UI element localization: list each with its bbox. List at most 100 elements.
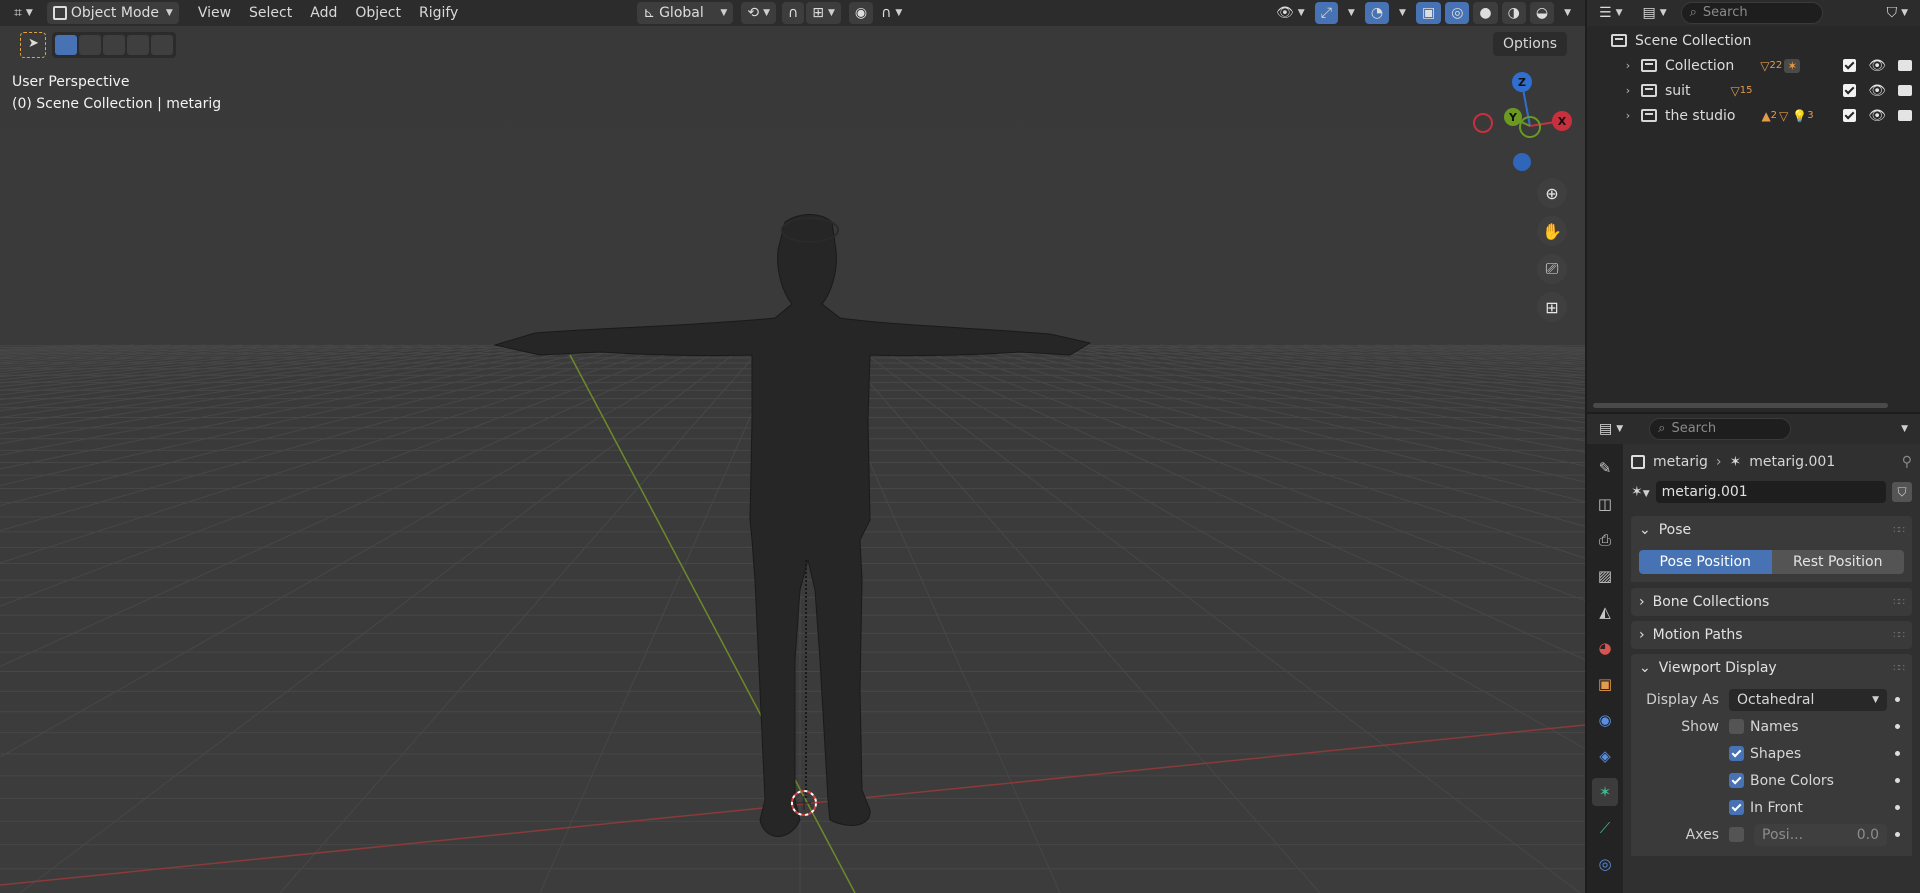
properties-search[interactable]: ⌕ Search xyxy=(1649,418,1792,440)
select-difference-icon[interactable] xyxy=(127,35,149,55)
eye-icon[interactable]: 👁 xyxy=(1868,83,1886,99)
editor-type-button[interactable]: ⌗ ▼ xyxy=(8,2,39,24)
keyframe-dot-icon[interactable] xyxy=(1895,724,1900,729)
display-as-dropdown[interactable]: Octahedral ▼ xyxy=(1729,688,1887,711)
names-checkbox[interactable] xyxy=(1729,719,1744,734)
snap-toggle[interactable]: ∩ xyxy=(782,2,805,24)
camera-view-icon[interactable]: ⎚ xyxy=(1537,254,1567,284)
mode-dropdown[interactable]: Object Mode ▼ xyxy=(46,2,179,24)
3d-viewport[interactable]: Z Y X ⌗ ▼ Object Mode ▼ View Select Add O… xyxy=(0,0,1585,893)
overlays-toggle[interactable]: ◔ xyxy=(1364,2,1390,24)
shading-dropdown[interactable]: ▼ xyxy=(1558,2,1577,24)
shading-material-button[interactable]: ◑ xyxy=(1501,2,1526,24)
menu-select[interactable]: Select xyxy=(240,2,301,24)
proportional-editing-toggle[interactable]: ◉ xyxy=(848,2,874,24)
select-extend-icon[interactable] xyxy=(79,35,101,55)
output-tab-icon[interactable]: ⎙ xyxy=(1592,526,1618,554)
bone-collections-panel-header[interactable]: › Bone Collections ∷∷ xyxy=(1631,588,1912,616)
outliner[interactable]: ☰ ▼ ▤ ▼ ⌕ Search ⛉ ▼ Scene Collection › Col… xyxy=(1587,0,1920,412)
bone-colors-checkbox[interactable] xyxy=(1729,773,1744,788)
drag-handle-icon[interactable]: ∷∷ xyxy=(1893,597,1905,608)
eye-icon[interactable]: 👁 xyxy=(1868,108,1886,124)
expand-chevron-icon[interactable]: › xyxy=(1621,109,1635,122)
outliner-row-suit[interactable]: › suit ▽ 15 👁 xyxy=(1587,78,1920,103)
render-tab-icon[interactable]: ◫ xyxy=(1592,490,1618,518)
gizmo-dropdown[interactable]: ▼ xyxy=(1341,2,1361,24)
camera-icon[interactable] xyxy=(1898,85,1912,96)
keyframe-dot-icon[interactable] xyxy=(1895,805,1900,810)
outliner-search[interactable]: ⌕ Search xyxy=(1680,2,1823,24)
transform-orientation-dropdown[interactable]: ⊾ Global ▼ xyxy=(637,2,734,24)
in-front-checkbox[interactable] xyxy=(1729,800,1744,815)
viewport-display-panel-header[interactable]: ⌄ Viewport Display ∷∷ xyxy=(1631,654,1912,682)
camera-icon[interactable] xyxy=(1898,60,1912,71)
menu-add[interactable]: Add xyxy=(301,2,346,24)
options-dropdown[interactable]: Options xyxy=(1492,32,1567,56)
select-new-icon[interactable] xyxy=(55,35,77,55)
menu-view[interactable]: View xyxy=(189,2,240,24)
falloff-dropdown[interactable]: ∩ ▼ xyxy=(875,2,909,24)
bone-constraints-tab-icon[interactable]: ◎ xyxy=(1592,850,1618,878)
armature-data-tab-icon[interactable]: ✶ xyxy=(1592,778,1618,806)
keyframe-dot-icon[interactable] xyxy=(1895,832,1900,837)
outliner-editor-type[interactable]: ☰ ▼ xyxy=(1593,2,1629,24)
zoom-icon[interactable]: ⊕ xyxy=(1537,178,1567,208)
properties-options-dropdown[interactable]: ▼ xyxy=(1895,418,1914,440)
object-tab-icon[interactable]: ▣ xyxy=(1592,670,1618,698)
keyframe-dot-icon[interactable] xyxy=(1895,697,1900,702)
physics-tab-icon[interactable]: ◉ xyxy=(1592,706,1618,734)
shapes-checkbox[interactable] xyxy=(1729,746,1744,761)
exclude-checkbox[interactable] xyxy=(1843,59,1857,72)
world-tab-icon[interactable]: ◕ xyxy=(1592,634,1618,662)
shading-solid-button[interactable]: ● xyxy=(1473,2,1498,24)
properties-editor-type[interactable]: ▤ ▼ xyxy=(1593,418,1630,440)
viewport-canvas[interactable]: Z Y X xyxy=(0,0,1585,893)
visibility-dropdown[interactable]: 👁 ▼ xyxy=(1270,2,1311,24)
keyframe-dot-icon[interactable] xyxy=(1895,751,1900,756)
shading-wireframe-button[interactable]: ◎ xyxy=(1445,2,1470,24)
ortho-grid-icon[interactable]: ⊞ xyxy=(1537,292,1567,322)
properties-editor[interactable]: ▤ ▼ ⌕ Search ▼ ✎ ◫ ⎙ ▨ ◭ ◕ ▣ ◉ ◈ ✶ ⟋ ◎ me… xyxy=(1587,414,1920,893)
drag-handle-icon[interactable]: ∷∷ xyxy=(1893,630,1905,641)
overlays-dropdown[interactable]: ▼ xyxy=(1393,2,1412,24)
outliner-scrollbar[interactable] xyxy=(1593,403,1888,408)
eye-icon[interactable]: 👁 xyxy=(1868,58,1886,74)
bone-tab-icon[interactable]: ⟋ xyxy=(1592,814,1618,842)
xray-toggle[interactable]: ▣ xyxy=(1415,2,1442,24)
scene-collection-row[interactable]: Scene Collection xyxy=(1587,28,1920,53)
pose-panel-header[interactable]: ⌄ Pose ∷∷ xyxy=(1631,516,1912,544)
drag-handle-icon[interactable]: ∷∷ xyxy=(1893,663,1905,674)
menu-object[interactable]: Object xyxy=(346,2,410,24)
shading-rendered-button[interactable]: ◒ xyxy=(1529,2,1555,24)
motion-paths-panel-header[interactable]: › Motion Paths ∷∷ xyxy=(1631,621,1912,649)
filter-dropdown[interactable]: ⛉ ▼ xyxy=(1880,2,1914,24)
expand-chevron-icon[interactable]: › xyxy=(1621,59,1635,72)
select-intersect-icon[interactable] xyxy=(151,35,173,55)
axes-checkbox[interactable] xyxy=(1729,827,1744,842)
select-tool-button[interactable]: ➤ xyxy=(20,32,46,58)
armature-browse-icon[interactable]: ✶▼ xyxy=(1631,484,1650,500)
armature-name-input[interactable]: metarig.001 xyxy=(1655,481,1886,503)
drag-handle-icon[interactable]: ∷∷ xyxy=(1893,525,1905,536)
outliner-row-collection[interactable]: › Collection ▽ 22 ✶ 👁 xyxy=(1587,53,1920,78)
exclude-checkbox[interactable] xyxy=(1843,84,1857,97)
exclude-checkbox[interactable] xyxy=(1843,109,1857,122)
view-layer-tab-icon[interactable]: ▨ xyxy=(1592,562,1618,590)
expand-chevron-icon[interactable]: › xyxy=(1621,84,1635,97)
outliner-row-the-studio[interactable]: › the studio ▲ 2 ▽ 💡 3 👁 xyxy=(1587,103,1920,128)
pose-position-button[interactable]: Pose Position xyxy=(1639,550,1772,574)
scene-tab-icon[interactable]: ◭ xyxy=(1592,598,1618,626)
pin-icon[interactable]: ⚲ xyxy=(1902,454,1912,470)
select-subtract-icon[interactable] xyxy=(103,35,125,55)
hand-pan-icon[interactable]: ✋ xyxy=(1537,216,1567,246)
tool-tab-icon[interactable]: ✎ xyxy=(1592,454,1618,482)
camera-icon[interactable] xyxy=(1898,110,1912,121)
gizmo-toggle[interactable]: ⤢ xyxy=(1314,2,1338,24)
display-mode-dropdown[interactable]: ▤ ▼ xyxy=(1636,2,1673,24)
fake-user-shield-icon[interactable]: ⛉ xyxy=(1892,482,1912,502)
rest-position-button[interactable]: Rest Position xyxy=(1771,550,1904,574)
constraints-tab-icon[interactable]: ◈ xyxy=(1592,742,1618,770)
menu-rigify[interactable]: Rigify xyxy=(410,2,467,24)
snap-target-dropdown[interactable]: ⊞ ▼ xyxy=(806,2,841,24)
axes-position-field[interactable]: Posi... 0.0 xyxy=(1754,823,1887,846)
